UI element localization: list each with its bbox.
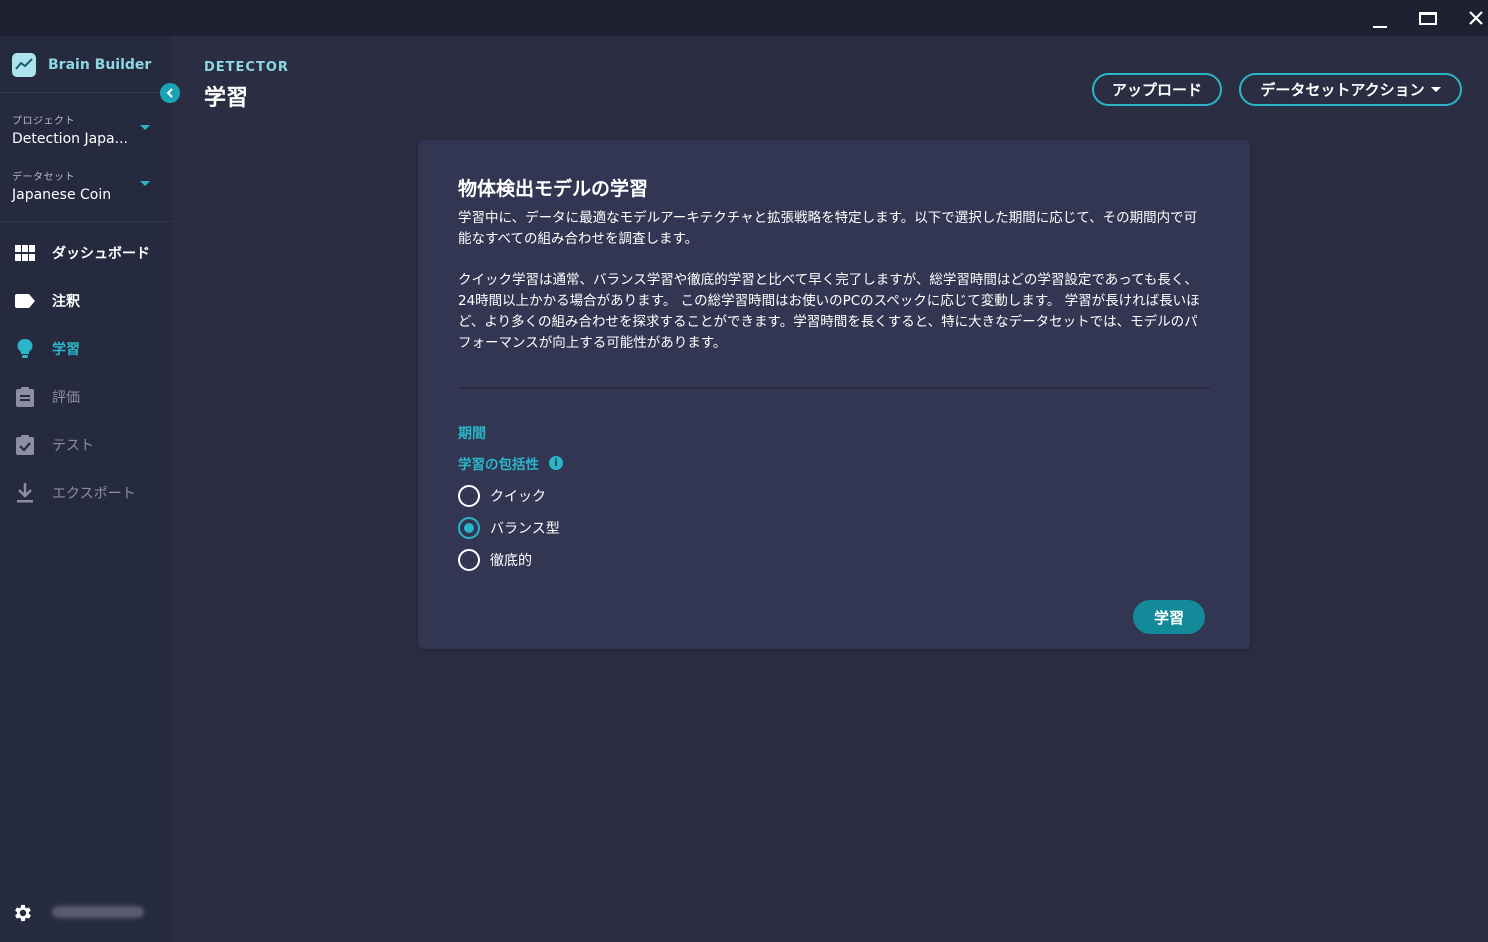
maximize-icon [1419, 11, 1437, 25]
user-name-blurred[interactable] [52, 906, 144, 918]
sidebar-divider [0, 92, 172, 93]
project-selector[interactable]: プロジェクト Detection Japa... [12, 112, 154, 147]
caret-down-icon [140, 125, 150, 130]
sidebar-item-label: 学習 [52, 342, 80, 358]
brand[interactable]: Brain Builder [12, 52, 151, 78]
comprehensiveness-text: 学習の包括性 [458, 457, 539, 473]
sidebar-item-dashboard[interactable]: ダッシュボード [0, 233, 172, 273]
upload-button[interactable]: アップロード [1092, 73, 1222, 106]
download-icon [14, 482, 36, 504]
maximize-button[interactable] [1404, 0, 1452, 36]
upload-button-label: アップロード [1111, 81, 1202, 99]
section-title: 期間 [458, 426, 486, 442]
close-button[interactable] [1452, 0, 1488, 36]
brand-name: Brain Builder [48, 57, 152, 73]
minimize-icon [1373, 26, 1387, 28]
radio-selected-dot [464, 523, 474, 533]
card-title: 物体検出モデルの学習 [458, 178, 649, 200]
dataset-selector[interactable]: データセット Japanese Coin [12, 168, 154, 203]
training-card: 物体検出モデルの学習 学習中に、データに最適なモデルアーキテクチャと拡張戦略を特… [418, 140, 1250, 649]
clipboard-icon [14, 386, 36, 408]
sidebar-item-label: ダッシュボード [52, 246, 150, 262]
settings-gear-icon[interactable] [12, 902, 34, 924]
sidebar-item-export[interactable]: エクスポート [0, 473, 172, 513]
close-icon [1469, 11, 1483, 25]
page-title: 学習 [204, 86, 249, 111]
sidebar-item-label: テスト [52, 438, 94, 454]
sidebar-item-training[interactable]: 学習 [0, 329, 172, 369]
sidebar-item-test[interactable]: テスト [0, 425, 172, 465]
radio-button[interactable] [458, 549, 480, 571]
radio-option-quick[interactable]: クイック [458, 484, 546, 508]
caret-down-icon [140, 181, 150, 186]
sidebar-item-label: エクスポート [52, 486, 136, 502]
radio-button[interactable] [458, 485, 480, 507]
card-divider [458, 387, 1210, 389]
minimize-button[interactable] [1356, 0, 1404, 36]
caret-down-icon [1430, 87, 1441, 92]
project-caption: プロジェクト [12, 116, 75, 127]
radio-option-thorough[interactable]: 徹底的 [458, 548, 532, 572]
description-paragraph: クイック学習は通常、バランス学習や徹底的学習と比べて早く完了しますが、総学習時間… [458, 272, 1200, 351]
radio-label: 徹底的 [490, 553, 532, 569]
train-button-label: 学習 [1153, 608, 1184, 627]
breadcrumb: DETECTOR [204, 60, 289, 75]
project-value: Detection Japa... [12, 131, 128, 147]
lightbulb-icon [14, 338, 36, 360]
dataset-actions-label: データセットアクション [1260, 81, 1425, 99]
info-icon[interactable]: i [549, 456, 563, 470]
chevron-left-icon [166, 88, 173, 98]
radio-option-balanced[interactable]: バランス型 [458, 516, 560, 540]
sidebar-item-annotation[interactable]: 注釈 [0, 281, 172, 321]
comprehensiveness-label: 学習の包括性 i [458, 453, 563, 473]
sidebar: Brain Builder プロジェクト Detection Japa... デ… [0, 36, 172, 942]
radio-button[interactable] [458, 517, 480, 539]
dataset-value: Japanese Coin [12, 187, 112, 203]
radio-label: クイック [490, 489, 546, 505]
grid-icon [14, 242, 36, 264]
clipboard-check-icon [14, 434, 36, 456]
dataset-actions-button[interactable]: データセットアクション [1239, 73, 1462, 106]
window-titlebar [0, 0, 1488, 36]
sidebar-item-evaluation[interactable]: 評価 [0, 377, 172, 417]
description-paragraph: 学習中に、データに最適なモデルアーキテクチャと拡張戦略を特定します。以下で選択し… [458, 210, 1198, 247]
sidebar-collapse-button[interactable] [160, 83, 180, 103]
sidebar-item-label: 評価 [52, 390, 80, 406]
brain-builder-logo-icon [12, 53, 36, 77]
dataset-caption: データセット [12, 172, 75, 183]
radio-label: バランス型 [490, 521, 560, 537]
sidebar-divider [0, 221, 172, 222]
sidebar-item-label: 注釈 [52, 294, 80, 310]
train-button[interactable]: 学習 [1133, 600, 1205, 634]
tag-icon [14, 290, 36, 312]
